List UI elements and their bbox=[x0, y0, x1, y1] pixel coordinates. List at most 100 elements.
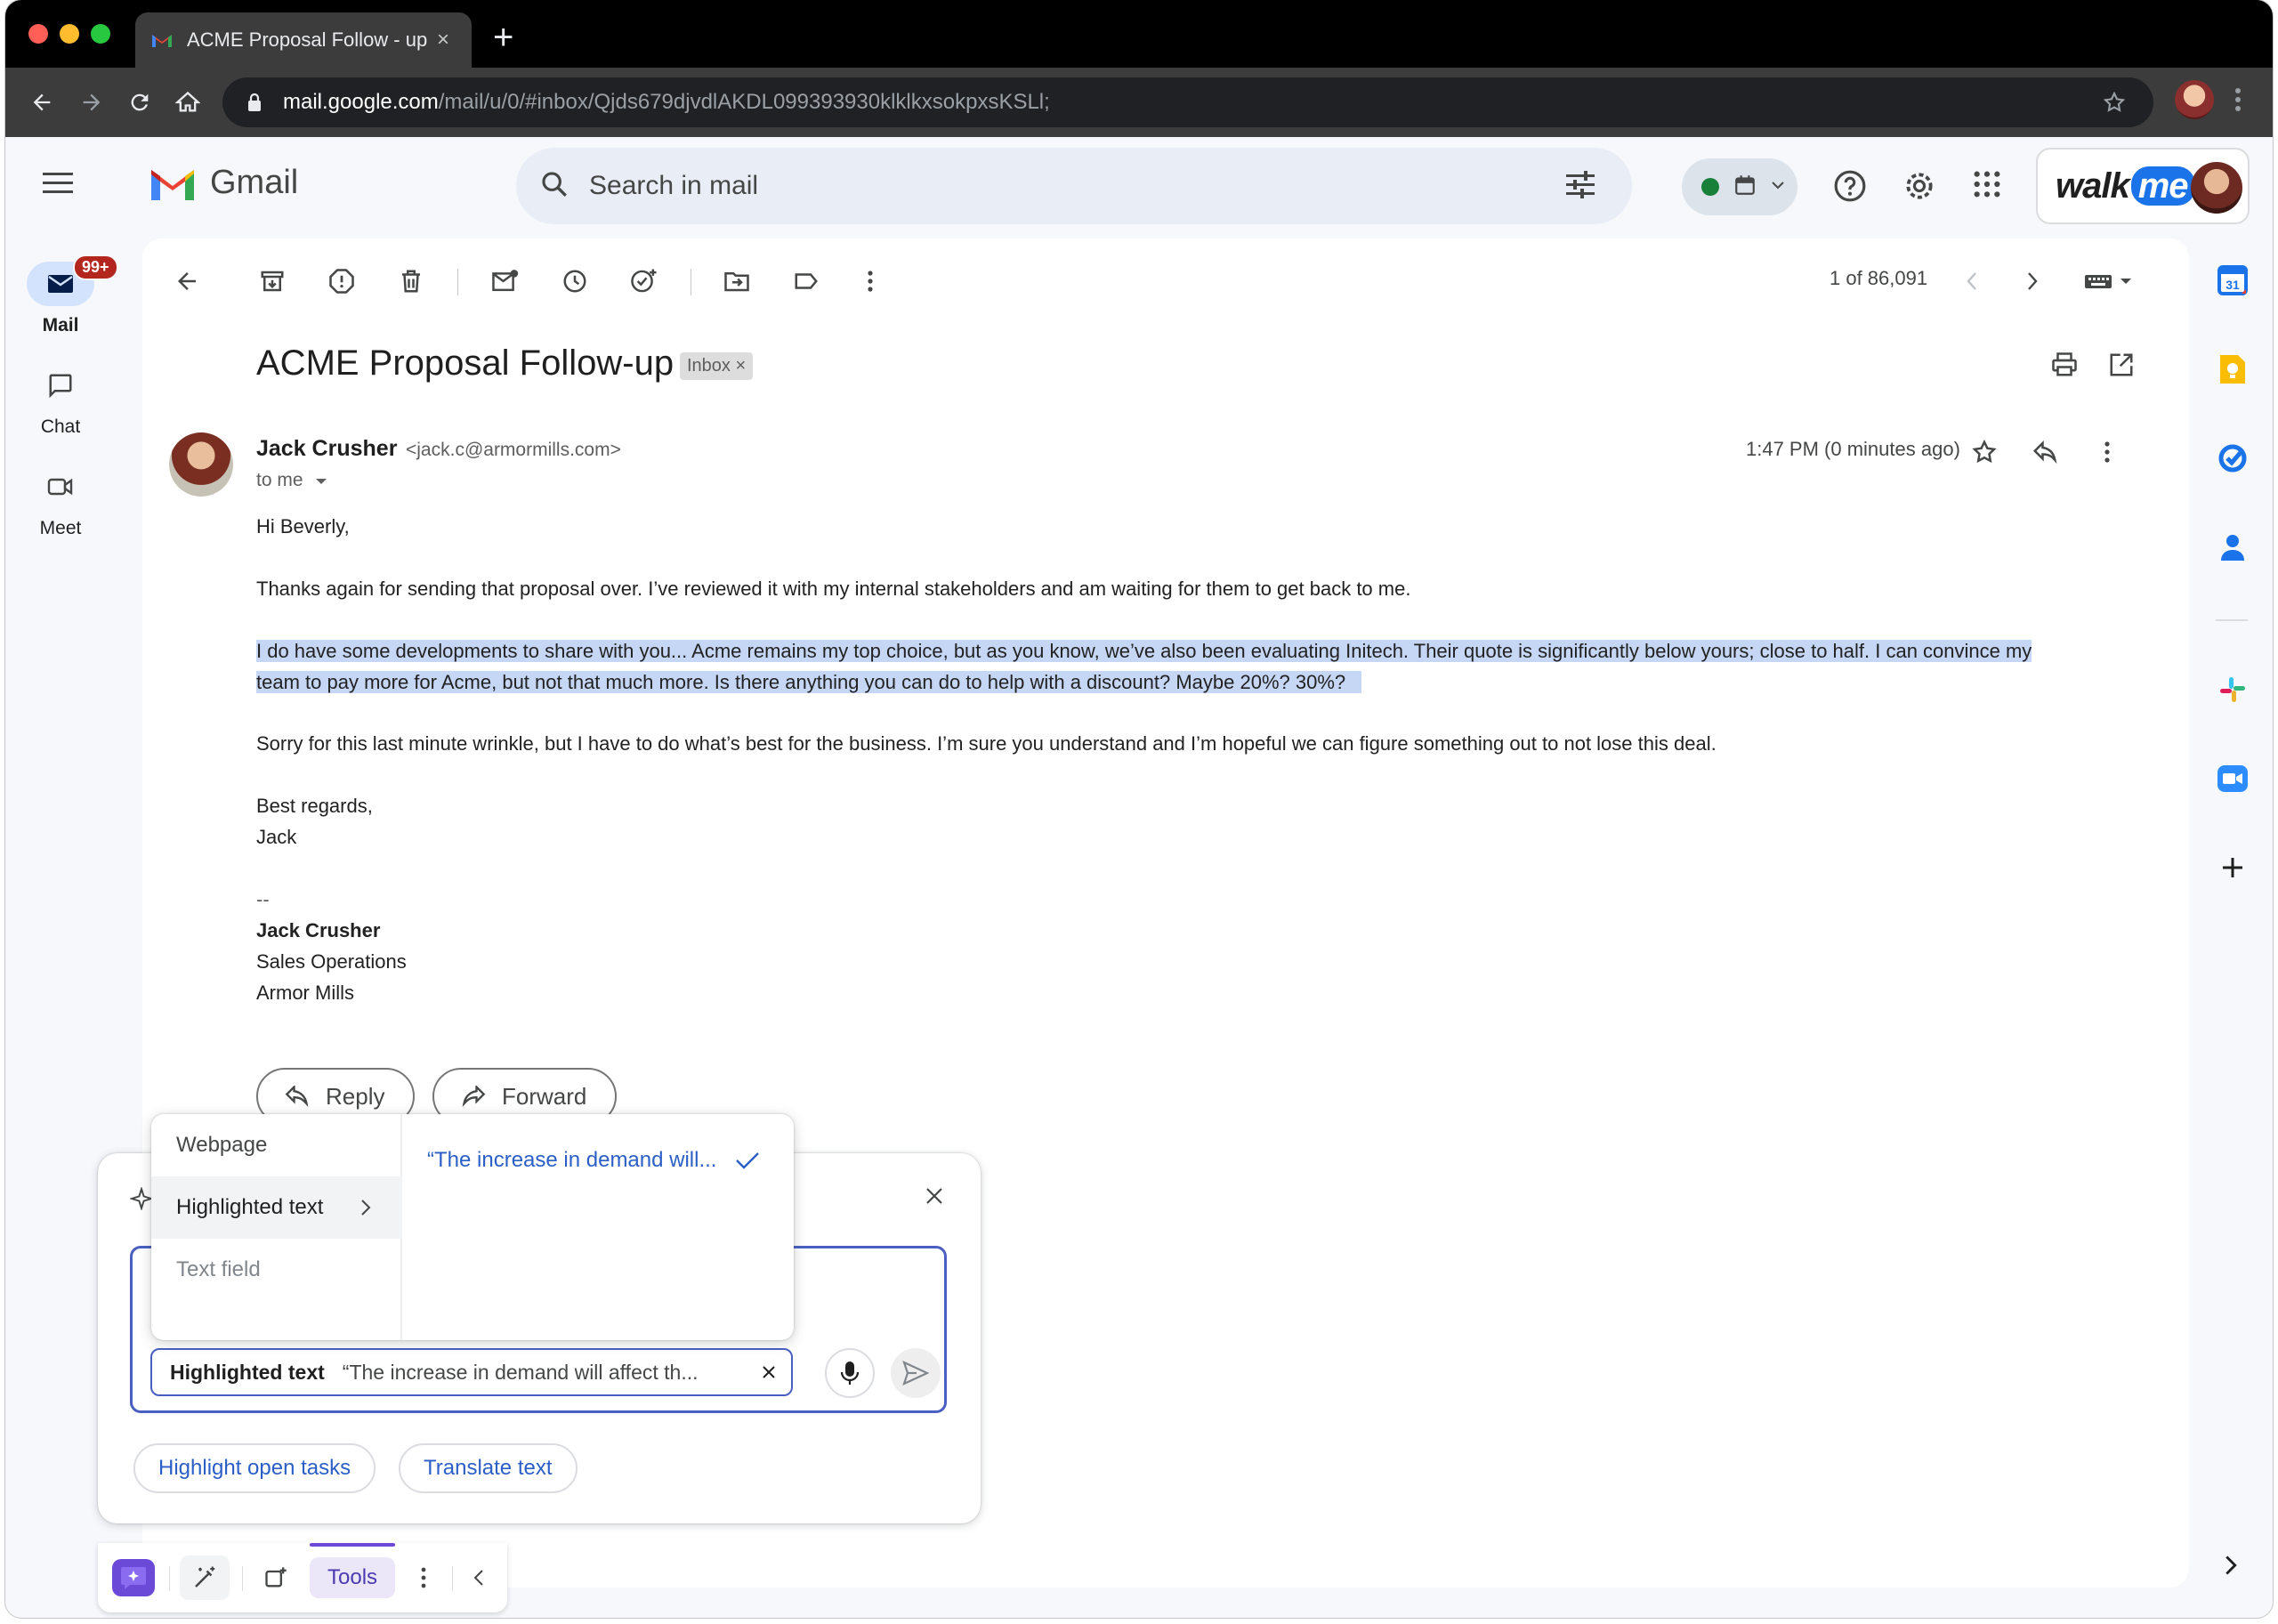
email-paragraph-1: Thanks again for sending that proposal o… bbox=[256, 578, 1411, 600]
gmail-logo[interactable]: Gmail bbox=[148, 164, 298, 202]
add-card-button[interactable] bbox=[254, 1555, 297, 1600]
email-paragraph-2-highlighted: I do have some developments to share wit… bbox=[256, 640, 2032, 693]
mark-unread-icon[interactable] bbox=[488, 263, 523, 299]
collapse-chevron-left-icon[interactable] bbox=[464, 1555, 493, 1600]
search-options-icon[interactable] bbox=[1564, 170, 1596, 203]
zoom-icon[interactable] bbox=[2216, 762, 2250, 796]
google-keep-icon[interactable] bbox=[2216, 352, 2250, 386]
archive-icon[interactable] bbox=[254, 263, 290, 299]
newer-chevron-left-icon[interactable] bbox=[1954, 263, 1990, 299]
rail-item-mail[interactable]: 99+ Mail bbox=[5, 255, 118, 336]
email-greeting: Hi Beverly, bbox=[256, 515, 350, 537]
signature-company: Armor Mills bbox=[256, 982, 354, 1004]
gmail-logo-icon bbox=[151, 169, 194, 200]
tools-tab[interactable]: Tools bbox=[310, 1557, 396, 1598]
slack-icon[interactable] bbox=[2216, 673, 2250, 707]
svg-text:31: 31 bbox=[2225, 278, 2240, 292]
caret-down-icon bbox=[316, 479, 327, 484]
add-to-tasks-icon[interactable] bbox=[626, 263, 662, 299]
context-option-highlighted-text[interactable]: Highlighted text bbox=[151, 1176, 402, 1239]
chevron-right-icon bbox=[359, 1198, 372, 1224]
settings-gear-icon[interactable] bbox=[1902, 169, 1936, 207]
suggestion-highlight-open-tasks[interactable]: Highlight open tasks bbox=[133, 1443, 376, 1493]
add-addon-plus-icon[interactable] bbox=[2216, 851, 2250, 885]
tab-close-icon[interactable]: × bbox=[431, 28, 456, 53]
google-contacts-icon[interactable] bbox=[2216, 530, 2250, 564]
walkme-widget[interactable]: walk me bbox=[2036, 148, 2250, 224]
meet-video-icon bbox=[47, 478, 73, 496]
context-option-webpage[interactable]: Webpage bbox=[151, 1114, 402, 1176]
email-signoff-1: Best regards, bbox=[256, 795, 373, 817]
close-window-button[interactable] bbox=[28, 24, 48, 44]
send-button[interactable] bbox=[891, 1348, 941, 1398]
browser-navbar: mail.google.com /mail/u/0/#inbox/Qjds679… bbox=[5, 68, 2273, 137]
send-icon bbox=[902, 1361, 929, 1386]
context-chip-value: “The increase in demand will affect th..… bbox=[342, 1360, 699, 1384]
reload-icon[interactable] bbox=[121, 84, 158, 121]
account-avatar[interactable] bbox=[2191, 162, 2242, 214]
suggestion-translate-text[interactable]: Translate text bbox=[399, 1443, 578, 1493]
google-calendar-icon[interactable]: 31 bbox=[2216, 263, 2250, 297]
google-tasks-icon[interactable] bbox=[2216, 441, 2250, 475]
inbox-label-chip[interactable]: Inbox × bbox=[680, 352, 754, 380]
email-paragraph-3: Sorry for this last minute wrinkle, but … bbox=[256, 732, 1717, 755]
main-menu-icon[interactable] bbox=[43, 172, 75, 199]
ai-chat-button[interactable] bbox=[112, 1559, 155, 1596]
close-assistant-icon[interactable] bbox=[924, 1185, 945, 1211]
search-input[interactable]: Search in mail bbox=[589, 171, 1564, 201]
recipient-details[interactable]: to me bbox=[256, 470, 327, 491]
move-to-folder-icon[interactable] bbox=[719, 263, 755, 299]
context-chip[interactable]: Highlighted text “The increase in demand… bbox=[150, 1348, 793, 1396]
star-icon[interactable] bbox=[1967, 434, 2002, 470]
reply-icon bbox=[285, 1086, 309, 1107]
magic-wand-button[interactable] bbox=[180, 1555, 230, 1600]
apps-grid-icon[interactable] bbox=[1972, 169, 2002, 204]
walkme-logo: walk me bbox=[2056, 166, 2195, 206]
context-option-text-field[interactable]: Text field bbox=[151, 1239, 402, 1301]
email-subject: ACME Proposal Follow-up bbox=[256, 343, 675, 383]
new-tab-button[interactable]: + bbox=[493, 20, 513, 55]
address-bar[interactable]: mail.google.com /mail/u/0/#inbox/Qjds679… bbox=[222, 77, 2153, 127]
input-tools-keyboard-icon[interactable] bbox=[2079, 263, 2141, 299]
ai-chat-sparkle-icon bbox=[121, 1567, 146, 1589]
label-tag-icon[interactable] bbox=[788, 263, 824, 299]
reply-arrow-icon[interactable] bbox=[2027, 434, 2063, 470]
highlighted-text-selection[interactable]: “The increase in demand will... bbox=[427, 1148, 761, 1173]
forward-arrow-icon[interactable] bbox=[73, 84, 110, 121]
report-spam-icon[interactable] bbox=[324, 263, 359, 299]
expand-side-panel-chevron-icon[interactable] bbox=[2223, 1554, 2239, 1581]
back-arrow-icon[interactable] bbox=[23, 84, 61, 121]
more-options-icon[interactable] bbox=[852, 263, 888, 299]
status-selector[interactable] bbox=[1682, 158, 1797, 215]
browser-profile-avatar[interactable] bbox=[2175, 80, 2214, 119]
microphone-button[interactable] bbox=[825, 1348, 875, 1398]
browser-tab[interactable]: ACME Proposal Follow - up × bbox=[135, 12, 472, 68]
home-icon[interactable] bbox=[169, 84, 206, 121]
message-more-icon[interactable] bbox=[2089, 434, 2125, 470]
sender-name[interactable]: Jack Crusher bbox=[256, 436, 397, 462]
delete-trash-icon[interactable] bbox=[393, 263, 429, 299]
chat-icon bbox=[49, 374, 72, 399]
print-icon[interactable] bbox=[2047, 347, 2082, 383]
help-icon[interactable] bbox=[1833, 169, 1867, 207]
search-bar[interactable]: Search in mail bbox=[516, 148, 1632, 224]
older-chevron-right-icon[interactable] bbox=[2015, 263, 2050, 299]
rail-item-meet[interactable]: Meet bbox=[5, 465, 116, 539]
lock-icon bbox=[246, 93, 265, 112]
add-card-icon bbox=[265, 1567, 287, 1588]
back-to-inbox-icon[interactable] bbox=[169, 263, 205, 299]
search-icon[interactable] bbox=[539, 169, 570, 204]
toolbar-more-icon[interactable] bbox=[411, 1555, 436, 1600]
bookmark-star-icon[interactable] bbox=[2102, 90, 2127, 119]
minimize-window-button[interactable] bbox=[60, 24, 79, 44]
remove-context-icon[interactable] bbox=[747, 1364, 791, 1380]
checkmark-icon bbox=[736, 1152, 760, 1169]
url-path: /mail/u/0/#inbox/Qjds679djvdlAKDL0993939… bbox=[438, 90, 1050, 114]
snooze-clock-icon[interactable] bbox=[557, 263, 593, 299]
browser-window: ACME Proposal Follow - up × + mail.googl… bbox=[5, 0, 2273, 1618]
maximize-window-button[interactable] bbox=[91, 24, 110, 44]
open-in-new-window-icon[interactable] bbox=[2104, 347, 2139, 383]
browser-menu-icon[interactable] bbox=[2234, 84, 2242, 120]
rail-item-chat[interactable]: Chat bbox=[5, 363, 116, 438]
sender-avatar[interactable] bbox=[169, 432, 233, 497]
